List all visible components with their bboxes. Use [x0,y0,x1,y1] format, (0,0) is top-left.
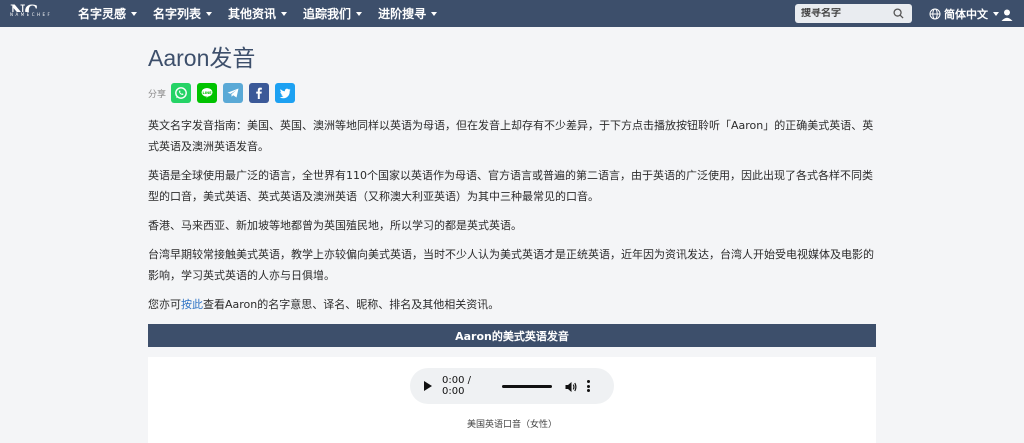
play-icon[interactable] [424,381,432,391]
language-selector[interactable]: 简体中文 [929,0,999,27]
whatsapp-icon [175,87,187,99]
page-title: Aaron发音 [148,45,256,71]
logo-wordmark: NAMECHEF [10,12,70,17]
nav-item-follow-us[interactable]: 追踪我们 [295,0,370,27]
svg-text:LINE: LINE [202,91,212,95]
top-navbar: NC NAMECHEF 名字灵感 名字列表 其他资讯 追踪我们 进阶搜寻 简体中… [0,0,1024,27]
globe-icon [929,8,941,19]
telegram-icon [227,88,239,98]
nav-item-label: 名字灵感 [78,7,127,21]
share-label: 分享 [148,89,167,100]
more-info-prefix: 您亦可 [148,298,181,311]
nav-item-inspiration[interactable]: 名字灵感 [70,0,145,27]
nav-item-label: 其他资讯 [228,7,277,21]
caret-down-icon [206,11,213,16]
nav-item-name-list[interactable]: 名字列表 [145,0,220,27]
caret-down-icon [993,11,999,16]
user-icon[interactable] [1000,7,1014,21]
twitter-share-button[interactable] [275,83,295,103]
line-share-button[interactable]: LINE [197,83,217,103]
language-label: 简体中文 [944,7,988,21]
audio-progress-slider[interactable] [502,384,552,388]
caret-down-icon [431,11,438,16]
more-info-paragraph: 您亦可按此查看Aaron的名字意思、译名、昵称、排名及其他相关资讯。 [148,294,876,315]
us-pronunciation-header: Aaron的美式英语发音 [148,324,876,347]
facebook-share-button[interactable] [249,83,269,103]
audio-caption: 美国英语口音（女性） [466,420,557,430]
nav-item-label: 进阶搜寻 [378,7,427,21]
nav-item-label: 追踪我们 [303,7,352,21]
english-usage-paragraph: 英语是全球使用最广泛的语言，全世界有110个国家以英语作为母语、官方语言或普遍的… [148,169,873,203]
nav-item-other-info[interactable]: 其他资讯 [220,0,295,27]
nav-item-label: 名字列表 [153,7,202,21]
main-content: Aaron发音 分享 LINE 英文名字发音指南：美国、英国、澳洲等地同样以英语… [148,27,876,443]
intro-paragraph: 英文名字发音指南：美国、英国、澳洲等地同样以英语为母语，但在发音上却存有不少差异… [148,119,874,153]
colonies-paragraph: 香港、马来西亚、新加坡等地都曾为英国殖民地，所以学习的都是英式英语。 [148,219,522,232]
search-input[interactable] [795,8,891,19]
nav-menu: 名字灵感 名字列表 其他资讯 追踪我们 进阶搜寻 [70,0,445,27]
share-row: 分享 LINE [148,83,876,103]
volume-icon[interactable] [564,379,578,393]
more-options-icon[interactable] [586,380,590,392]
line-icon: LINE [201,88,213,99]
audio-player: 0:00 / 0:00 [410,368,614,404]
facebook-icon [256,87,262,99]
audio-time: 0:00 / 0:00 [442,375,472,397]
site-logo[interactable]: NC NAMECHEF [10,0,70,27]
caret-down-icon [131,11,138,16]
search-box [795,4,912,23]
twitter-icon [279,88,291,99]
caret-down-icon [281,11,288,16]
telegram-share-button[interactable] [223,83,243,103]
taiwan-paragraph: 台湾早期较常接触美式英语，教学上亦较偏向美式英语，当时不少人认为美式英语才是正统… [148,248,874,282]
audio-card: 0:00 / 0:00 美国英语口音（女性） [148,357,876,443]
name-info-link[interactable]: 按此 [181,298,203,311]
nav-item-advanced-search[interactable]: 进阶搜寻 [370,0,445,27]
search-icon[interactable] [891,7,905,21]
whatsapp-share-button[interactable] [171,83,191,103]
caret-down-icon [356,11,363,16]
more-info-suffix: 查看Aaron的名字意思、译名、昵称、排名及其他相关资讯。 [203,298,500,311]
